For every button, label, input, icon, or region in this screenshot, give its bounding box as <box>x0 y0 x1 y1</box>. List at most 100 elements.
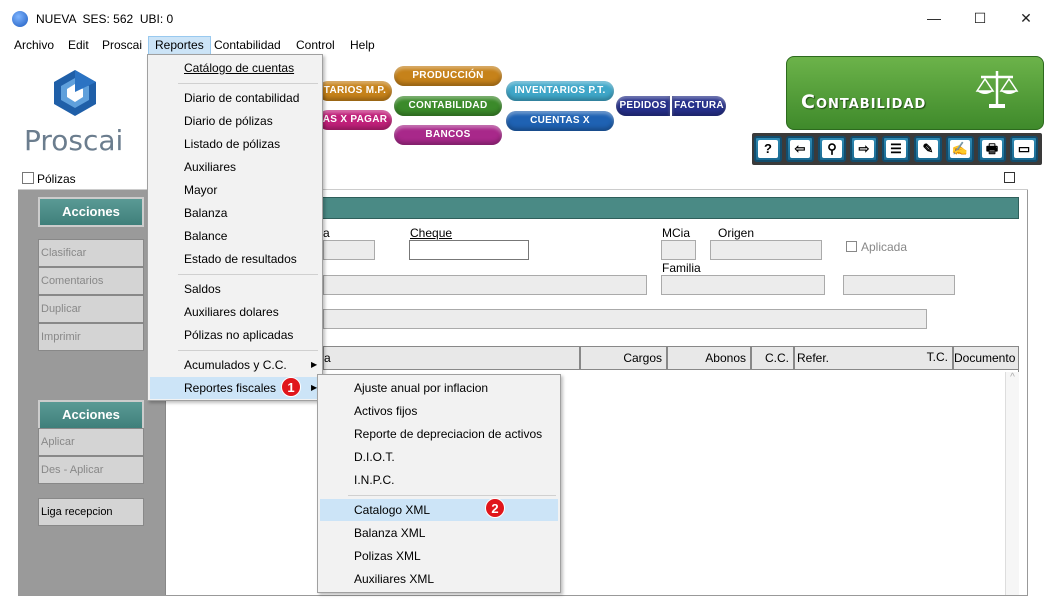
aplicada-checkbox[interactable] <box>846 241 857 252</box>
help-icon[interactable]: ? <box>754 136 782 162</box>
menu-item-catalogo-cuentas[interactable]: Catálogo de cuentas <box>150 57 320 79</box>
window-checkbox-icon <box>22 172 34 184</box>
menu-edit[interactable]: Edit <box>62 36 95 55</box>
acciones-header-2: Acciones <box>38 400 144 430</box>
aplicar-button[interactable]: Aplicar <box>38 428 144 456</box>
app-globe-icon <box>12 11 28 27</box>
menu-separator <box>178 350 318 351</box>
pill-produccion[interactable]: PRODUCCIÓN <box>394 66 502 86</box>
menu-item-inpc[interactable]: I.N.P.C. <box>320 469 558 491</box>
acciones-header-1: Acciones <box>38 197 144 227</box>
balance-scale-icon <box>975 71 1019 108</box>
back-arrow-icon[interactable]: ⇦ <box>786 136 814 162</box>
grid-col-cargos: Cargos <box>580 346 667 370</box>
menu-item-diario-contabilidad[interactable]: Diario de contabilidad <box>150 87 320 109</box>
menu-contabilidad[interactable]: Contabilidad <box>208 36 287 55</box>
menu-item-diario-polizas[interactable]: Diario de pólizas <box>150 110 320 132</box>
menu-item-mayor[interactable]: Mayor <box>150 179 320 201</box>
close-button[interactable]: ✕ <box>1003 6 1049 30</box>
reportes-fiscales-submenu: Ajuste anual por inflacion Activos fijos… <box>317 374 561 593</box>
grid-scrollbar[interactable]: ^ <box>1005 372 1019 595</box>
polizas-title: Pólizas <box>37 172 76 186</box>
label-cheque: Cheque <box>410 226 453 240</box>
title-bar: NUEVA SES: 562 UBI: 0 — ☐ ✕ <box>0 0 1057 36</box>
search-icon[interactable]: ⚲ <box>818 136 846 162</box>
menu-item-estado-resultados[interactable]: Estado de resultados <box>150 248 320 270</box>
menu-archivo[interactable]: Archivo <box>8 36 60 55</box>
menu-item-auxiliares-xml[interactable]: Auxiliares XML <box>320 568 558 590</box>
window-title: NUEVA SES: 562 UBI: 0 <box>36 12 174 26</box>
menu-item-auxiliares-dolares[interactable]: Auxiliares dolares <box>150 301 320 323</box>
grid-col-documento: Documento <box>953 346 1019 370</box>
pill-inventarios-mp[interactable]: TARIOS M.P. <box>318 81 392 101</box>
menu-item-balanza[interactable]: Balanza <box>150 202 320 224</box>
duplicar-button[interactable]: Duplicar <box>38 295 144 323</box>
edit-doc-icon[interactable]: ✎ <box>914 136 942 162</box>
menu-item-balance[interactable]: Balance <box>150 225 320 247</box>
grid-col-abonos: Abonos <box>667 346 751 370</box>
extra-field[interactable] <box>843 275 955 295</box>
descripcion-field[interactable] <box>323 309 927 329</box>
pill-pedidos[interactable]: PEDIDOS <box>616 96 670 116</box>
familia-field[interactable] <box>661 275 825 295</box>
pill-bancos[interactable]: BANCOS <box>394 125 502 145</box>
module-banner[interactable]: Contabilidad <box>786 56 1044 130</box>
step-badge-1: 1 <box>281 377 301 397</box>
reportes-dropdown: Catálogo de cuentas Diario de contabilid… <box>147 54 323 401</box>
menu-item-acumulados-cc[interactable]: Acumulados y C.C. <box>150 354 320 376</box>
submenu-arrow-icon: ▶ <box>311 360 318 369</box>
pill-contabilidad[interactable]: CONTABILIDAD <box>394 96 502 116</box>
proscai-logo-text: Proscai <box>24 124 124 157</box>
mcia-field[interactable] <box>661 240 696 260</box>
grid-col-fragment: a <box>323 346 580 370</box>
menu-help[interactable]: Help <box>344 36 381 55</box>
window-icon[interactable]: ▭ <box>1010 136 1038 162</box>
clasificar-button[interactable]: Clasificar <box>38 239 144 267</box>
menu-separator <box>348 495 556 496</box>
menu-bar: Archivo Edit Proscai Reportes Contabilid… <box>0 36 1057 55</box>
menu-item-ajuste-anual[interactable]: Ajuste anual por inflacion <box>320 377 558 399</box>
liga-recepcion-button[interactable]: Liga recepcion <box>38 498 144 526</box>
menu-item-auxiliares[interactable]: Auxiliares <box>150 156 320 178</box>
menu-item-catalogo-xml[interactable]: Catalogo XML <box>320 499 558 521</box>
menu-item-diot[interactable]: D.I.O.T. <box>320 446 558 468</box>
imprimir-button[interactable]: Imprimir <box>38 323 144 351</box>
list-icon[interactable]: ☰ <box>882 136 910 162</box>
menu-separator <box>178 274 318 275</box>
print-icon[interactable]: 🖶 <box>978 136 1006 162</box>
grid-col-cc: C.C. <box>751 346 794 370</box>
label-fecha-fragment: a <box>323 226 330 240</box>
comentarios-button[interactable]: Comentarios <box>38 267 144 295</box>
proscai-logo-icon <box>54 70 96 116</box>
concepto-field[interactable] <box>323 275 647 295</box>
cheque-input[interactable] <box>409 240 529 260</box>
pill-factura[interactable]: FACTURA <box>672 96 726 116</box>
menu-item-saldos[interactable]: Saldos <box>150 278 320 300</box>
origen-field[interactable] <box>710 240 822 260</box>
label-familia: Familia <box>662 261 701 275</box>
des-aplicar-button[interactable]: Des - Aplicar <box>38 456 144 484</box>
module-title: Contabilidad <box>801 91 927 113</box>
write-icon[interactable]: ✍ <box>946 136 974 162</box>
forward-arrow-icon[interactable]: ⇨ <box>850 136 878 162</box>
menu-item-listado-polizas[interactable]: Listado de pólizas <box>150 133 320 155</box>
menu-separator <box>178 83 318 84</box>
maximize-button[interactable]: ☐ <box>957 6 1003 30</box>
fecha-field[interactable] <box>323 240 375 260</box>
menu-reportes[interactable]: Reportes <box>148 36 211 55</box>
menu-item-polizas-xml[interactable]: Polizas XML <box>320 545 558 567</box>
menu-proscai[interactable]: Proscai <box>96 36 148 55</box>
menu-control[interactable]: Control <box>290 36 341 55</box>
pill-cuentas-x-pagar[interactable]: AS X PAGAR <box>318 110 392 130</box>
grid-body[interactable] <box>165 370 1019 595</box>
menu-item-depreciacion[interactable]: Reporte de depreciacion de activos <box>320 423 558 445</box>
menu-item-balanza-xml[interactable]: Balanza XML <box>320 522 558 544</box>
restore-window-icon[interactable] <box>1004 172 1015 183</box>
step-badge-2: 2 <box>485 498 505 518</box>
pill-cuentas-x-cobrar[interactable]: CUENTAS X COBRAR <box>506 111 614 146</box>
menu-item-activos-fijos[interactable]: Activos fijos <box>320 400 558 422</box>
menu-item-polizas-no-aplicadas[interactable]: Pólizas no aplicadas <box>150 324 320 346</box>
grid-col-tc: T.C. <box>905 346 953 370</box>
minimize-button[interactable]: — <box>911 6 957 30</box>
pill-inventarios-pt[interactable]: INVENTARIOS P.T. <box>506 81 614 101</box>
